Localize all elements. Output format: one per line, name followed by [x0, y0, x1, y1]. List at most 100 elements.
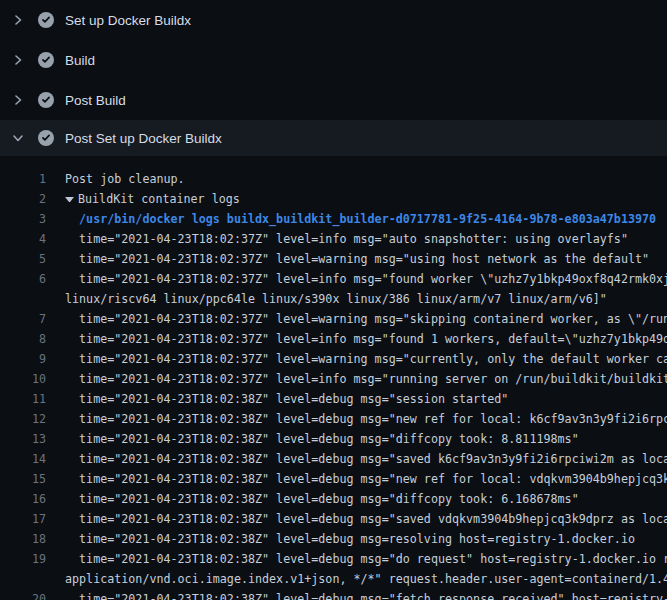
- check-circle-icon: [38, 52, 54, 68]
- log-line-text: time="2021-04-23T18:02:37Z" level=info m…: [65, 329, 667, 349]
- log-line-number[interactable]: 16: [0, 489, 46, 509]
- log-line-content: time="2021-04-23T18:02:38Z" level=debug …: [65, 552, 667, 566]
- log-line-text: linux/riscv64 linux/ppc64le linux/s390x …: [65, 289, 607, 309]
- log-line-content: time="2021-04-23T18:02:37Z" level=warnin…: [65, 252, 649, 266]
- step-title: Build: [65, 53, 95, 68]
- log-line-number[interactable]: 9: [0, 349, 46, 369]
- log-line: 20 time="2021-04-23T18:02:38Z" level=deb…: [0, 589, 667, 600]
- log-line-number[interactable]: 3: [0, 209, 46, 229]
- log-line-number[interactable]: 10: [0, 369, 46, 389]
- step-header[interactable]: Post Set up Docker Buildx: [0, 120, 667, 156]
- log-line-number[interactable]: 18: [0, 529, 46, 549]
- log-line-text: time="2021-04-23T18:02:38Z" level=debug …: [65, 489, 579, 509]
- check-circle-icon: [38, 130, 54, 146]
- log-line-number[interactable]: 7: [0, 309, 46, 329]
- steps-list: Set up Docker Buildx Build Post Build Po…: [0, 0, 667, 156]
- log-line-content: time="2021-04-23T18:02:38Z" level=debug …: [65, 532, 635, 546]
- log-line: 11 time="2021-04-23T18:02:38Z" level=deb…: [0, 389, 667, 409]
- log-line-number[interactable]: 15: [0, 469, 46, 489]
- log-line-content: time="2021-04-23T18:02:38Z" level=debug …: [65, 432, 579, 446]
- log-line: 18 time="2021-04-23T18:02:38Z" level=deb…: [0, 529, 667, 549]
- log-line-content: time="2021-04-23T18:02:37Z" level=warnin…: [65, 312, 667, 326]
- log-line-number[interactable]: 4: [0, 229, 46, 249]
- actions-log-viewer: Set up Docker Buildx Build Post Build Po…: [0, 0, 667, 600]
- log-line: 7 time="2021-04-23T18:02:37Z" level=warn…: [0, 309, 667, 329]
- log-line-number[interactable]: [0, 289, 46, 309]
- log-line: 10 time="2021-04-23T18:02:37Z" level=inf…: [0, 369, 667, 389]
- log-line-content: time="2021-04-23T18:02:37Z" level=info m…: [65, 232, 628, 246]
- log-line: 16 time="2021-04-23T18:02:38Z" level=deb…: [0, 489, 667, 509]
- log-line: application/vnd.oci.image.index.v1+json,…: [0, 569, 667, 589]
- log-line: 6 time="2021-04-23T18:02:37Z" level=info…: [0, 269, 667, 289]
- log-line-content: time="2021-04-23T18:02:38Z" level=debug …: [65, 592, 667, 600]
- log-line-number[interactable]: 5: [0, 249, 46, 269]
- log-line: 12 time="2021-04-23T18:02:38Z" level=deb…: [0, 409, 667, 429]
- log-line-number[interactable]: 14: [0, 449, 46, 469]
- step-title: Post Build: [65, 93, 126, 108]
- log-line: 15 time="2021-04-23T18:02:38Z" level=deb…: [0, 469, 667, 489]
- check-circle-icon: [38, 12, 54, 28]
- log-line: 14 time="2021-04-23T18:02:38Z" level=deb…: [0, 449, 667, 469]
- log-line-text: time="2021-04-23T18:02:38Z" level=debug …: [65, 509, 667, 529]
- log-line-content: time="2021-04-23T18:02:38Z" level=debug …: [65, 472, 667, 486]
- log-line: linux/riscv64 linux/ppc64le linux/s390x …: [0, 289, 667, 309]
- log-line: 1 Post job cleanup.: [0, 169, 667, 189]
- log-line-text: time="2021-04-23T18:02:37Z" level=info m…: [65, 269, 667, 289]
- log-line-number[interactable]: 8: [0, 329, 46, 349]
- log-line-text: time="2021-04-23T18:02:38Z" level=debug …: [65, 429, 579, 449]
- log-line: 3 /usr/bin/docker logs buildx_buildkit_b…: [0, 209, 667, 229]
- log-line-number[interactable]: 13: [0, 429, 46, 449]
- log-line-content: time="2021-04-23T18:02:37Z" level=info m…: [65, 372, 667, 386]
- log-line-number[interactable]: 2: [0, 189, 46, 209]
- log-line-number[interactable]: 1: [0, 169, 46, 189]
- log-line-text: application/vnd.oci.image.index.v1+json,…: [65, 569, 667, 589]
- log-line-text: time="2021-04-23T18:02:38Z" level=debug …: [65, 409, 667, 429]
- log-line: 2 BuildKit container logs: [0, 189, 667, 209]
- log-line: 19 time="2021-04-23T18:02:38Z" level=deb…: [0, 549, 667, 569]
- log-line-number[interactable]: [0, 569, 46, 589]
- log-line-text: time="2021-04-23T18:02:37Z" level=warnin…: [65, 249, 649, 269]
- log-line: 8 time="2021-04-23T18:02:37Z" level=info…: [0, 329, 667, 349]
- log-line-text: /usr/bin/docker logs buildx_buildkit_bui…: [65, 209, 656, 229]
- log-line-number[interactable]: 11: [0, 389, 46, 409]
- log-line-text: time="2021-04-23T18:02:37Z" level=info m…: [65, 229, 628, 249]
- log-panel: 1 Post job cleanup. 2 BuildKit container…: [0, 169, 667, 600]
- step-header[interactable]: Set up Docker Buildx: [0, 0, 667, 40]
- log-line-text: time="2021-04-23T18:02:38Z" level=debug …: [65, 549, 667, 569]
- log-line-content: /usr/bin/docker logs buildx_buildkit_bui…: [65, 212, 656, 226]
- log-line-content: BuildKit container logs: [78, 192, 240, 206]
- log-line-content: time="2021-04-23T18:02:37Z" level=info m…: [65, 272, 667, 286]
- log-line-content: time="2021-04-23T18:02:37Z" level=info m…: [65, 332, 667, 346]
- log-line-text: time="2021-04-23T18:02:37Z" level=warnin…: [65, 349, 667, 369]
- collapse-triangle-icon[interactable]: [65, 197, 74, 202]
- log-line-number[interactable]: 12: [0, 409, 46, 429]
- step-header[interactable]: Post Build: [0, 80, 667, 120]
- log-line-text: time="2021-04-23T18:02:37Z" level=info m…: [65, 369, 667, 389]
- log-line-text: time="2021-04-23T18:02:37Z" level=warnin…: [65, 309, 667, 329]
- log-line-content: application/vnd.oci.image.index.v1+json,…: [65, 572, 667, 586]
- log-line-number[interactable]: 19: [0, 549, 46, 569]
- log-line-text: time="2021-04-23T18:02:38Z" level=debug …: [65, 529, 635, 549]
- log-line-content: time="2021-04-23T18:02:38Z" level=debug …: [65, 492, 579, 506]
- log-line-text: time="2021-04-23T18:02:38Z" level=debug …: [65, 449, 667, 469]
- log-line-text: time="2021-04-23T18:02:38Z" level=debug …: [65, 469, 667, 489]
- chevron-right-icon: [10, 92, 26, 108]
- log-line-content: Post job cleanup.: [65, 172, 185, 186]
- log-line-text: time="2021-04-23T18:02:38Z" level=debug …: [65, 389, 508, 409]
- chevron-down-icon: [10, 130, 26, 146]
- chevron-right-icon: [10, 52, 26, 68]
- log-line-content: time="2021-04-23T18:02:38Z" level=debug …: [65, 512, 667, 526]
- log-line: 17 time="2021-04-23T18:02:38Z" level=deb…: [0, 509, 667, 529]
- log-line: 5 time="2021-04-23T18:02:37Z" level=warn…: [0, 249, 667, 269]
- log-line-number[interactable]: 17: [0, 509, 46, 529]
- log-line-text: BuildKit container logs: [65, 189, 240, 209]
- step-header[interactable]: Build: [0, 40, 667, 80]
- chevron-right-icon: [10, 12, 26, 28]
- log-line-content: time="2021-04-23T18:02:37Z" level=warnin…: [65, 352, 667, 366]
- log-line-text: time="2021-04-23T18:02:38Z" level=debug …: [65, 589, 667, 600]
- log-line: 9 time="2021-04-23T18:02:37Z" level=warn…: [0, 349, 667, 369]
- log-line-content: time="2021-04-23T18:02:38Z" level=debug …: [65, 452, 667, 466]
- log-line-number[interactable]: 6: [0, 269, 46, 289]
- log-line-text: Post job cleanup.: [65, 169, 185, 189]
- log-line-number[interactable]: 20: [0, 589, 46, 600]
